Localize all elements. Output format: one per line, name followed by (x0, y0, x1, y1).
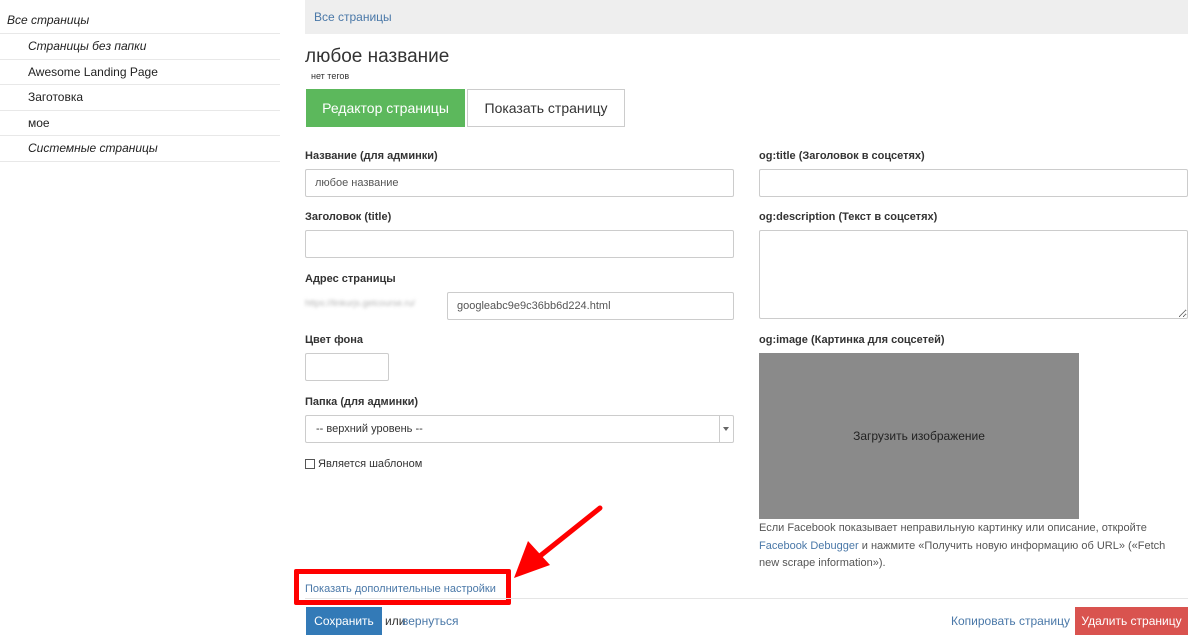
facebook-help-text: Если Facebook показывает неправильную ка… (759, 520, 1184, 573)
address-label: Адрес страницы (305, 273, 396, 285)
page-title: любое название (305, 46, 450, 67)
back-link[interactable]: вернуться (402, 614, 458, 628)
og-description-label: og:description (Текст в соцсетях) (759, 211, 938, 223)
upload-image-label: Загрузить изображение (853, 429, 985, 443)
og-description-textarea[interactable] (759, 230, 1188, 319)
og-title-input[interactable] (759, 169, 1188, 197)
bg-color-label: Цвет фона (305, 334, 364, 346)
sidebar-item-system-pages[interactable]: Системные страницы (0, 136, 280, 162)
sidebar-item-moe[interactable]: мое (0, 111, 280, 137)
template-checkbox[interactable] (305, 459, 315, 469)
breadcrumb-all-pages-link[interactable]: Все страницы (314, 10, 392, 24)
folder-select[interactable]: -- верхний уровень -- (305, 415, 734, 443)
show-page-button[interactable]: Показать страницу (467, 89, 625, 127)
template-checkbox-row[interactable]: Является шаблоном (305, 458, 422, 470)
template-checkbox-label: Является шаблоном (318, 458, 423, 470)
help-text-before: Если Facebook показывает неправильную ка… (759, 522, 1147, 534)
og-title-label: og:title (Заголовок в соцсетях) (759, 150, 925, 162)
address-input[interactable] (447, 292, 734, 320)
sidebar-item-all-pages[interactable]: Все страницы (0, 0, 280, 34)
delete-page-button[interactable]: Удалить страницу (1075, 607, 1188, 635)
folder-select-toggle[interactable] (719, 416, 733, 442)
folder-select-value: -- верхний уровень -- (316, 423, 423, 435)
title-label: Заголовок (title) (305, 211, 392, 223)
og-image-label: og:image (Картинка для соцсетей) (759, 334, 945, 346)
admin-name-label: Название (для админки) (305, 150, 438, 162)
chevron-down-icon (723, 427, 729, 431)
save-button[interactable]: Сохранить (306, 607, 382, 635)
breadcrumb: Все страницы (305, 0, 1188, 34)
title-input[interactable] (305, 230, 734, 258)
annotation-highlight-box (294, 569, 511, 605)
tags-label: нет тегов (311, 71, 350, 81)
sidebar-item-pages-without-folder[interactable]: Страницы без папки (0, 34, 280, 60)
copy-page-link[interactable]: Копировать страницу (951, 614, 1070, 628)
address-prefix: https://linkurjs.getcourse.ru/ (305, 298, 416, 308)
sidebar: Все страницы Страницы без папки Awesome … (0, 0, 280, 162)
og-image-upload[interactable]: Загрузить изображение (759, 353, 1079, 519)
page-editor-button[interactable]: Редактор страницы (306, 89, 465, 127)
admin-name-input[interactable] (305, 169, 734, 197)
bg-color-input[interactable] (305, 353, 389, 381)
footer-divider (305, 598, 1188, 599)
sidebar-item-awesome-landing[interactable]: Awesome Landing Page (0, 60, 280, 86)
sidebar-item-zagotovka[interactable]: Заготовка (0, 85, 280, 111)
folder-label: Папка (для админки) (305, 396, 419, 408)
facebook-debugger-link[interactable]: Facebook Debugger (759, 540, 859, 552)
